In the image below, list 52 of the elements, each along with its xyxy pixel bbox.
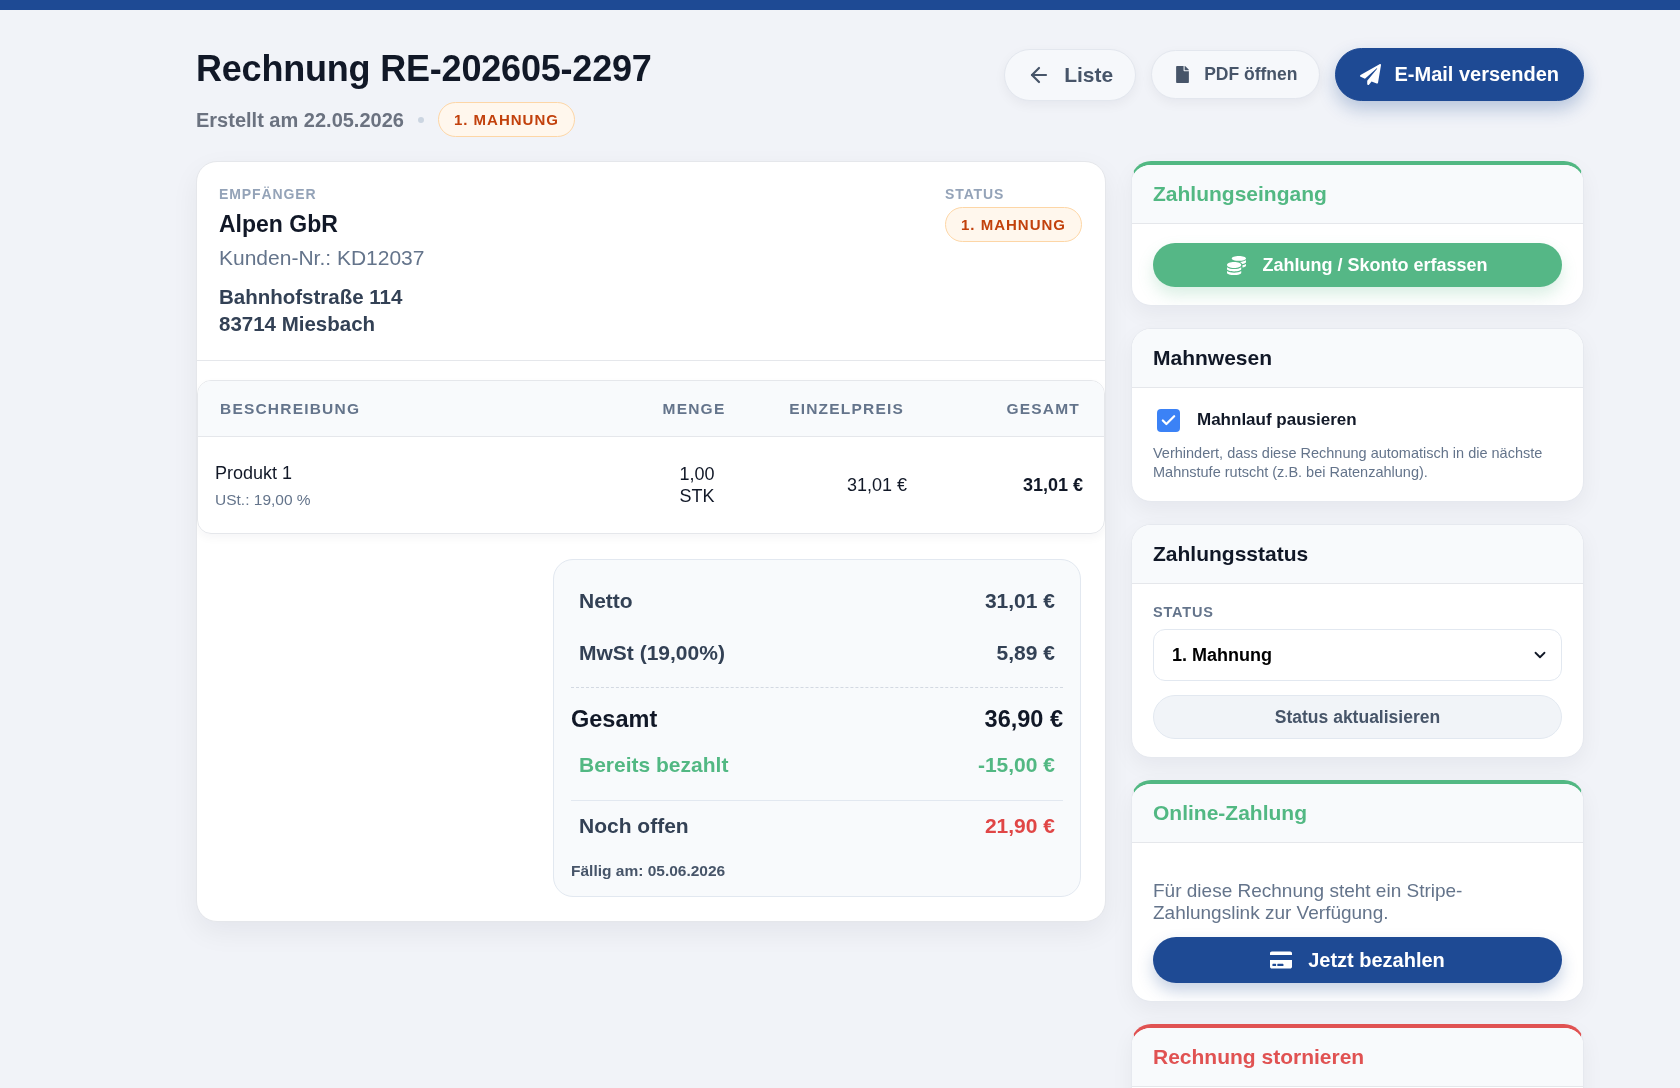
total-amount: 31,01 € <box>984 589 1055 613</box>
recipient-name: Alpen GbR <box>219 210 338 238</box>
credit-card-icon <box>1270 949 1293 971</box>
total-amount: 5,89 € <box>996 641 1055 665</box>
unit: STK <box>679 485 715 507</box>
recipient-label: EMPFÄNGER <box>219 185 317 203</box>
status-select[interactable]: 1. Mahnung <box>1153 629 1562 681</box>
total-label: Bereits bezahlt <box>579 753 729 777</box>
send-email-button[interactable]: E-Mail versenden <box>1335 48 1584 101</box>
tax-rate: USt.: 19,00 % <box>215 489 311 510</box>
checkbox-label: Mahnlauf pausieren <box>1197 410 1357 430</box>
separator-dot-icon <box>417 116 424 123</box>
total-amount: 36,90 € <box>984 705 1063 733</box>
column-header: GESAMT <box>1005 399 1080 418</box>
address-line: 83714 Miesbach <box>219 311 377 337</box>
total-amount: 21,90 € <box>984 814 1055 838</box>
created-date: Erstellt am 22.05.2026 <box>196 107 404 132</box>
total-amount: -15,00 € <box>977 753 1055 777</box>
status-label: STATUS <box>945 185 1005 203</box>
total-label: MwSt (19,00%) <box>579 641 725 665</box>
card-title: Zahlungseingang <box>1153 182 1327 206</box>
update-status-button[interactable]: Status aktualisieren <box>1153 695 1562 739</box>
back-button[interactable]: Liste <box>1004 48 1137 101</box>
column-header: EINZELPREIS <box>788 399 904 418</box>
page-title: Rechnung RE-202605-2297 <box>196 47 652 91</box>
quantity: 1,00 <box>679 463 715 485</box>
card-title: Mahnwesen <box>1153 346 1273 370</box>
hint-text: Verhindert, dass diese Rechnung automatisch in die nächste Mahnstufe rutscht (z.B. bei Ratenzahlung). <box>1153 444 1544 482</box>
address-line: Bahnhofstraße 114 <box>219 284 403 310</box>
status-badge: 1. MAHNUNG <box>437 102 575 137</box>
status-badge: 1. MAHNUNG <box>945 207 1082 242</box>
info-text: Für diese Rechnung steht ein Stripe-Zahlungslink zur Verfügung. <box>1153 880 1464 924</box>
card-title: Rechnung stornieren <box>1153 1045 1365 1069</box>
paper-plane-icon <box>1360 64 1382 85</box>
due-date: Fällig am: 05.06.2026 <box>571 861 726 881</box>
total-label: Netto <box>579 589 633 613</box>
unit-price: 31,01 € <box>846 474 907 497</box>
card-title: Online-Zahlung <box>1153 801 1307 825</box>
line-total: 31,01 € <box>1022 474 1083 497</box>
card-title: Zahlungsstatus <box>1153 542 1309 566</box>
column-header: BESCHREIBUNG <box>220 399 362 418</box>
total-label: Gesamt <box>571 705 658 733</box>
item-description: Produkt 1 <box>215 461 293 485</box>
field-label: STATUS <box>1153 603 1214 621</box>
coins-icon <box>1227 255 1247 275</box>
column-header: MENGE <box>661 399 727 418</box>
file-icon <box>1174 66 1192 83</box>
checkbox[interactable] <box>1157 408 1180 432</box>
total-label: Noch offen <box>579 814 689 838</box>
pay-now-button[interactable]: Jetzt bezahlen <box>1153 937 1562 983</box>
open-pdf-button[interactable]: PDF öffnen <box>1151 50 1321 99</box>
customer-number: Kunden-Nr.: KD12037 <box>219 245 425 271</box>
